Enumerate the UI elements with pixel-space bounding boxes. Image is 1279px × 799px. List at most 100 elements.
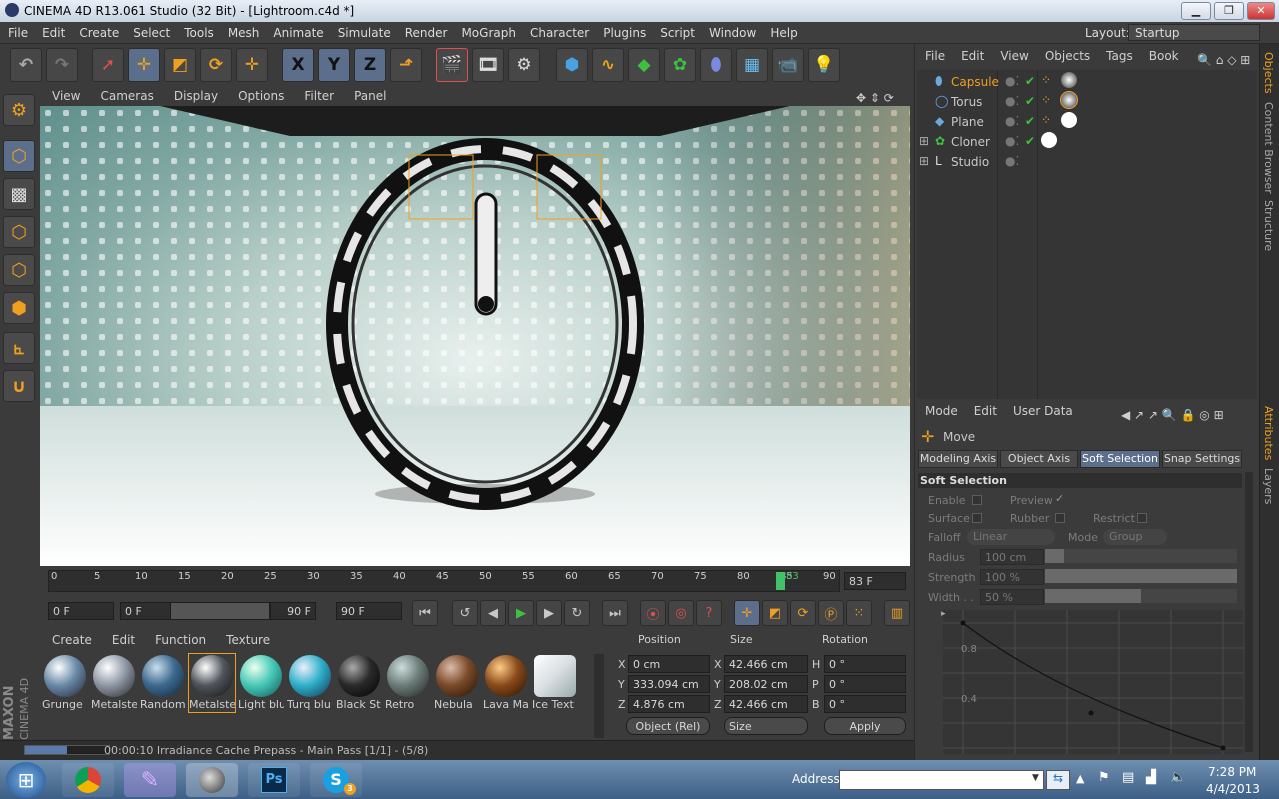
model-mode-button[interactable]: ⬡ bbox=[3, 140, 35, 172]
go-to-end-button[interactable]: ⏭ bbox=[602, 600, 628, 626]
autokey-button[interactable]: ◎ bbox=[668, 600, 694, 626]
address-dropdown-icon[interactable]: ▼ bbox=[1032, 773, 1039, 783]
layout-select[interactable]: Startup bbox=[1128, 24, 1260, 41]
menu-script[interactable]: Script bbox=[652, 22, 701, 40]
key-parameter-button[interactable]: Ⓟ bbox=[818, 600, 844, 626]
material-menu-edit[interactable]: Edit bbox=[100, 630, 143, 647]
object-manager-tools[interactable]: 🔍 ⌂ ◇ ⊞ bbox=[1187, 48, 1256, 67]
enabled-check-icon[interactable]: ✔ bbox=[1025, 114, 1035, 128]
floor-button[interactable]: ▦ bbox=[736, 48, 768, 82]
object-row-torus[interactable]: ◯ Torus ●⁚ ✔ ⁘ bbox=[917, 91, 1257, 112]
material-swatch[interactable]: Ice Text bbox=[532, 654, 578, 712]
material-swatch[interactable]: Grunge bbox=[42, 654, 88, 712]
menu-mograph[interactable]: MoGraph bbox=[453, 22, 522, 40]
menu-help[interactable]: Help bbox=[762, 22, 803, 40]
object-row-cloner[interactable]: ⊞ ✿ Cloner ●⁚ ✔ bbox=[917, 132, 1257, 152]
menu-render[interactable]: Render bbox=[397, 22, 454, 40]
action-center-flag-icon[interactable]: ⚑ bbox=[1098, 770, 1110, 785]
menu-mesh[interactable]: Mesh bbox=[220, 22, 266, 40]
go-to-start-button[interactable]: ⏮ bbox=[412, 600, 438, 626]
minimize-button[interactable]: ▁ bbox=[1181, 2, 1211, 20]
clock-time[interactable]: 7:28 PM bbox=[1208, 765, 1256, 779]
object-menu-objects[interactable]: Objects bbox=[1035, 44, 1096, 63]
tab-soft-selection[interactable]: Soft Selection bbox=[1080, 450, 1160, 468]
deformer-button[interactable]: ⬮ bbox=[700, 48, 732, 82]
timeline-ruler[interactable]: 0 5 10 15 20 25 30 35 40 45 50 55 60 65 … bbox=[48, 570, 840, 592]
current-frame-field[interactable]: 83 F bbox=[844, 572, 906, 590]
tab-snap-settings[interactable]: Snap Settings bbox=[1162, 450, 1242, 468]
material-swatch[interactable]: Nebula bbox=[434, 654, 480, 712]
enabled-check-icon[interactable]: ✔ bbox=[1025, 94, 1035, 108]
size-z-field[interactable]: 42.466 cm bbox=[724, 695, 808, 713]
material-swatch[interactable]: Light blu bbox=[238, 654, 284, 712]
edges-mode-button[interactable]: ⬡ bbox=[3, 254, 35, 286]
object-menu-tags[interactable]: Tags bbox=[1096, 44, 1139, 63]
close-button[interactable]: ✕ bbox=[1247, 2, 1275, 20]
enabled-check-icon[interactable]: ✔ bbox=[1025, 134, 1035, 148]
render-view-button[interactable]: 🎬 bbox=[436, 48, 468, 82]
material-scrollbar[interactable] bbox=[594, 654, 604, 738]
rot-h-field[interactable]: 0 ° bbox=[824, 655, 906, 673]
object-menu-view[interactable]: View bbox=[990, 44, 1034, 63]
side-tab-attributes[interactable]: Attributes bbox=[1262, 406, 1275, 460]
timeline-window-button[interactable]: ▥ bbox=[884, 600, 910, 626]
record-button[interactable]: ⦿ bbox=[640, 600, 666, 626]
object-menu-bookmarks[interactable]: Book bbox=[1139, 44, 1185, 63]
material-tag-icon[interactable] bbox=[1061, 72, 1077, 88]
menu-create[interactable]: Create bbox=[71, 22, 125, 40]
visibility-dots-icon[interactable]: ●⁚ bbox=[1005, 154, 1019, 168]
radius-slider[interactable] bbox=[1045, 549, 1237, 563]
radius-field[interactable]: 100 cm bbox=[980, 549, 1044, 565]
menu-file[interactable]: File bbox=[0, 22, 34, 40]
menu-tools[interactable]: Tools bbox=[176, 22, 220, 40]
tab-object-axis[interactable]: Object Axis bbox=[1000, 450, 1078, 468]
nurbs-button[interactable]: ◆ bbox=[628, 48, 660, 82]
viewport-menu-options[interactable]: Options bbox=[226, 86, 292, 103]
volume-icon[interactable]: 🔈 bbox=[1170, 770, 1186, 785]
rotate-tool-button[interactable]: ⟳ bbox=[200, 48, 232, 82]
menu-edit[interactable]: Edit bbox=[34, 22, 71, 40]
mode-select[interactable]: Group bbox=[1103, 529, 1167, 545]
object-row-studio[interactable]: ⊞ L Studio ●⁚ bbox=[917, 152, 1257, 172]
texture-tag-icon[interactable]: ⁘ bbox=[1041, 93, 1051, 107]
range-end-label[interactable]: 90 F bbox=[270, 602, 316, 620]
range-start-label[interactable]: 0 F bbox=[120, 602, 170, 620]
keyframe-selection-button[interactable]: ? bbox=[696, 600, 722, 626]
render-settings-button[interactable]: ⚙ bbox=[508, 48, 540, 82]
snap-button[interactable]: ∪ bbox=[3, 370, 35, 402]
move-tool-button[interactable]: ✛ bbox=[128, 48, 160, 82]
viewport-menu-view[interactable]: View bbox=[40, 86, 88, 103]
clock-date[interactable]: 4/4/2013 bbox=[1206, 782, 1260, 796]
coordinate-system-button[interactable]: ⬏ bbox=[390, 48, 422, 82]
menu-animate[interactable]: Animate bbox=[265, 22, 329, 40]
viewport-menu-display[interactable]: Display bbox=[162, 86, 226, 103]
object-menu-edit[interactable]: Edit bbox=[951, 44, 990, 63]
enable-checkbox[interactable] bbox=[972, 495, 982, 505]
spline-button[interactable]: ∿ bbox=[592, 48, 624, 82]
preview-checkbox[interactable]: ✓ bbox=[1055, 492, 1064, 505]
side-tab-structure[interactable]: Structure bbox=[1262, 200, 1275, 251]
x-axis-button[interactable]: X bbox=[282, 48, 314, 82]
points-mode-button[interactable]: ⬡ bbox=[3, 216, 35, 248]
preview-end-field[interactable]: 90 F bbox=[336, 602, 402, 620]
render-to-picture-viewer-button[interactable]: 🎞 bbox=[472, 48, 504, 82]
axis-mode-button[interactable]: ⦜ bbox=[3, 332, 35, 364]
object-menu-file[interactable]: File bbox=[915, 44, 951, 63]
width-slider[interactable] bbox=[1045, 589, 1237, 603]
light-button[interactable]: 💡 bbox=[808, 48, 840, 82]
material-menu-create[interactable]: Create bbox=[40, 630, 100, 647]
3d-viewport[interactable] bbox=[40, 106, 910, 566]
address-input[interactable]: ▼ bbox=[839, 770, 1044, 790]
taskbar-skype[interactable]: S3 bbox=[310, 763, 362, 797]
apply-button[interactable]: Apply bbox=[824, 717, 906, 735]
falloff-curve-graph[interactable]: 0.8 0.4 ▸ bbox=[935, 610, 1243, 754]
pos-z-field[interactable]: 4.876 cm bbox=[628, 695, 710, 713]
preview-start-field[interactable]: 0 F bbox=[48, 602, 114, 620]
material-tag-icon[interactable] bbox=[1041, 132, 1057, 148]
live-selection-button[interactable]: ➚ bbox=[92, 48, 124, 82]
viewport-menu-panel[interactable]: Panel bbox=[342, 86, 394, 103]
menu-character[interactable]: Character bbox=[522, 22, 595, 40]
rot-b-field[interactable]: 0 ° bbox=[824, 695, 906, 713]
size-mode-select[interactable]: Size bbox=[724, 717, 808, 735]
attribute-menu-user-data[interactable]: User Data bbox=[1003, 399, 1079, 418]
